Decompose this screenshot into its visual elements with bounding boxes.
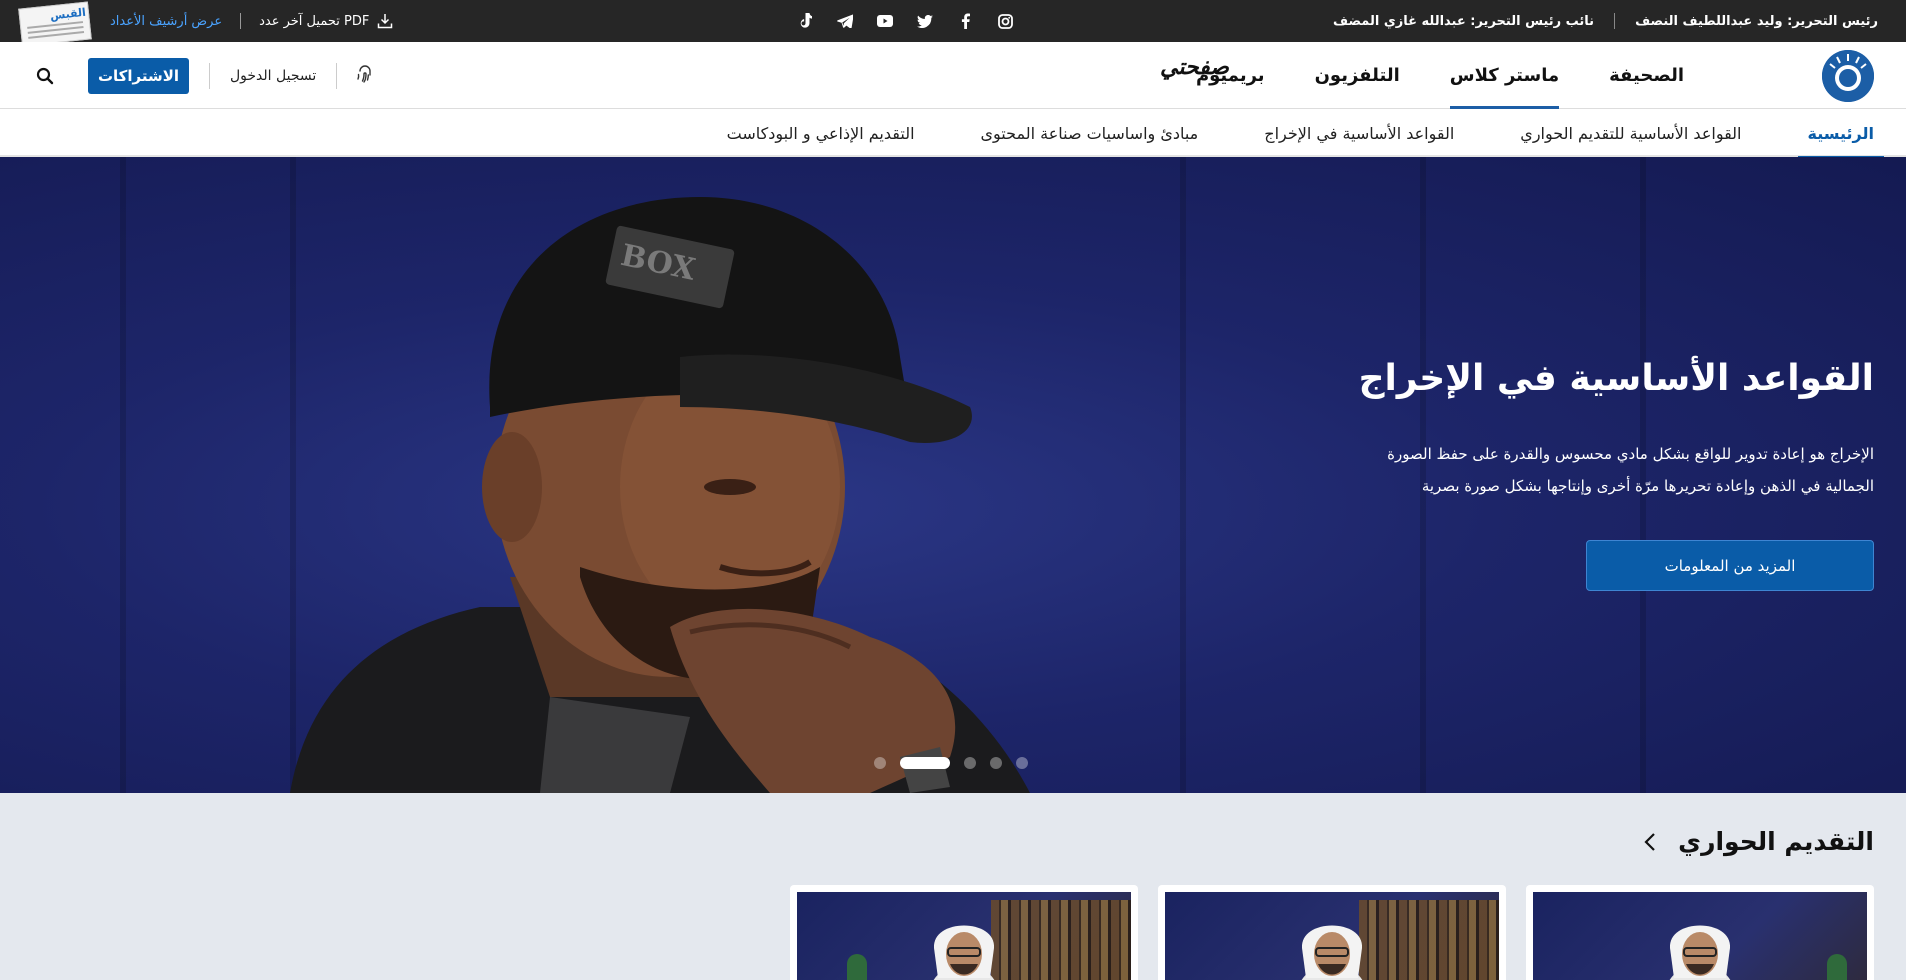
divider: [1614, 13, 1616, 29]
video-cards: [790, 885, 1874, 980]
editorial-credits: رئيس التحرير: وليد عبداللطيف النصف نائب …: [1333, 0, 1878, 42]
nav-masterclass[interactable]: ماستر كلاس: [1449, 42, 1560, 109]
deputy-editor: نائب رئيس التحرير: عبدالله غازي المضف: [1332, 13, 1595, 29]
host-figure: [1669, 925, 1731, 980]
topbar-tools: القبس عرض أرشيف الأعداد تحميل آخر عدد PD…: [18, 0, 393, 47]
twitter-icon[interactable]: [916, 12, 934, 30]
slider-dot[interactable]: [964, 757, 976, 769]
hero-description-line-1: الإخراج هو إعادة تدوير للواقع بشكل مادي …: [1387, 445, 1874, 464]
hero-description: الإخراج هو إعادة تدوير للواقع بشكل مادي …: [1314, 438, 1874, 502]
slider-dots: [874, 757, 1028, 769]
host-figure: [1301, 925, 1363, 980]
telegram-icon[interactable]: [836, 12, 854, 30]
social-links: [796, 0, 1014, 42]
login-link[interactable]: تسجيل الدخول: [230, 68, 316, 84]
more-info-button[interactable]: المزيد من المعلومات: [1586, 540, 1874, 592]
section-title: التقديم الحواري: [1678, 827, 1874, 856]
safhati-logo[interactable]: صفحتي: [1160, 54, 1229, 80]
editor-in-chief: رئيس التحرير: وليد عبداللطيف النصف: [1635, 13, 1878, 29]
main-navigation: الصحيفة ماستر كلاس التلفزيون بريميوم صفح…: [0, 42, 1906, 109]
video-card[interactable]: [1158, 885, 1506, 980]
nav-tv[interactable]: التلفزيون: [1315, 42, 1400, 109]
hero-title: القواعد الأساسية في الإخراج: [1358, 358, 1874, 399]
video-thumbnail: [1533, 892, 1867, 980]
fingerprint-icon[interactable]: [357, 64, 373, 87]
subnav-dialogue-presentation[interactable]: القواعد الأساسية للتقديم الحواري: [1520, 109, 1741, 157]
download-icon: [378, 14, 393, 29]
hero-text: القواعد الأساسية في الإخراج الإخراج هو إ…: [1314, 357, 1874, 592]
section-header[interactable]: التقديم الحواري: [1644, 827, 1874, 856]
youtube-icon[interactable]: [876, 12, 894, 30]
slider-dot[interactable]: [874, 757, 886, 769]
host-figure: [933, 925, 995, 980]
divider: [209, 62, 210, 89]
subnav-radio-podcast[interactable]: التقديم الإذاعي و البودكاست: [727, 109, 915, 157]
video-thumbnail: [797, 892, 1131, 980]
download-pdf-link[interactable]: تحميل آخر عدد PDF: [259, 13, 393, 29]
nav-actions: الاشتراكات تسجيل الدخول: [30, 42, 373, 109]
video-card[interactable]: [790, 885, 1138, 980]
slider-dot[interactable]: [1016, 757, 1028, 769]
subnav-content-creation[interactable]: مبادئ واساسيات صناعة المحتوى: [981, 109, 1199, 157]
subnav-directing-basics[interactable]: القواعد الأساسية في الإخراج: [1264, 109, 1454, 157]
download-pdf-label: تحميل آخر عدد PDF: [259, 13, 370, 29]
hero-description-line-2: الجمالية في الذهن وإعادة تحريرها مرّة أخ…: [1421, 477, 1874, 496]
nav-newspaper[interactable]: الصحيفة: [1609, 42, 1684, 109]
dialogue-presentation-section: التقديم الحواري: [0, 793, 1906, 980]
instagram-icon[interactable]: [996, 12, 1014, 30]
logo-icon: [1822, 50, 1874, 102]
newspaper-thumb-logo: القبس: [49, 5, 87, 23]
sub-navigation: الرئيسية القواعد الأساسية للتقديم الحوار…: [0, 109, 1906, 159]
divider: [240, 13, 242, 29]
subnav-home[interactable]: الرئيسية: [1797, 109, 1884, 159]
slider-dot[interactable]: [990, 757, 1002, 769]
top-bar: رئيس التحرير: وليد عبداللطيف النصف نائب …: [0, 0, 1906, 47]
hero-image-man-in-cap: BOX: [290, 197, 1030, 793]
archive-link[interactable]: عرض أرشيف الأعداد: [110, 14, 222, 29]
newspaper-thumbnail[interactable]: القبس: [18, 1, 92, 47]
subscriptions-button[interactable]: الاشتراكات: [88, 57, 189, 94]
slider-dot-active[interactable]: [900, 757, 950, 769]
hero-slider: BOX القواعد الأساسية في الإخراج الإخراج …: [0, 157, 1906, 793]
chevron-left-icon[interactable]: [1644, 832, 1656, 852]
video-card[interactable]: [1526, 885, 1874, 980]
search-icon[interactable]: [30, 61, 60, 91]
facebook-icon[interactable]: [956, 12, 974, 30]
video-thumbnail: [1165, 892, 1499, 980]
main-nav-links: الصحيفة ماستر كلاس التلفزيون بريميوم: [1196, 42, 1684, 109]
masterclass-logo[interactable]: [1822, 50, 1874, 102]
divider: [336, 62, 338, 89]
tiktok-icon[interactable]: [796, 12, 814, 30]
